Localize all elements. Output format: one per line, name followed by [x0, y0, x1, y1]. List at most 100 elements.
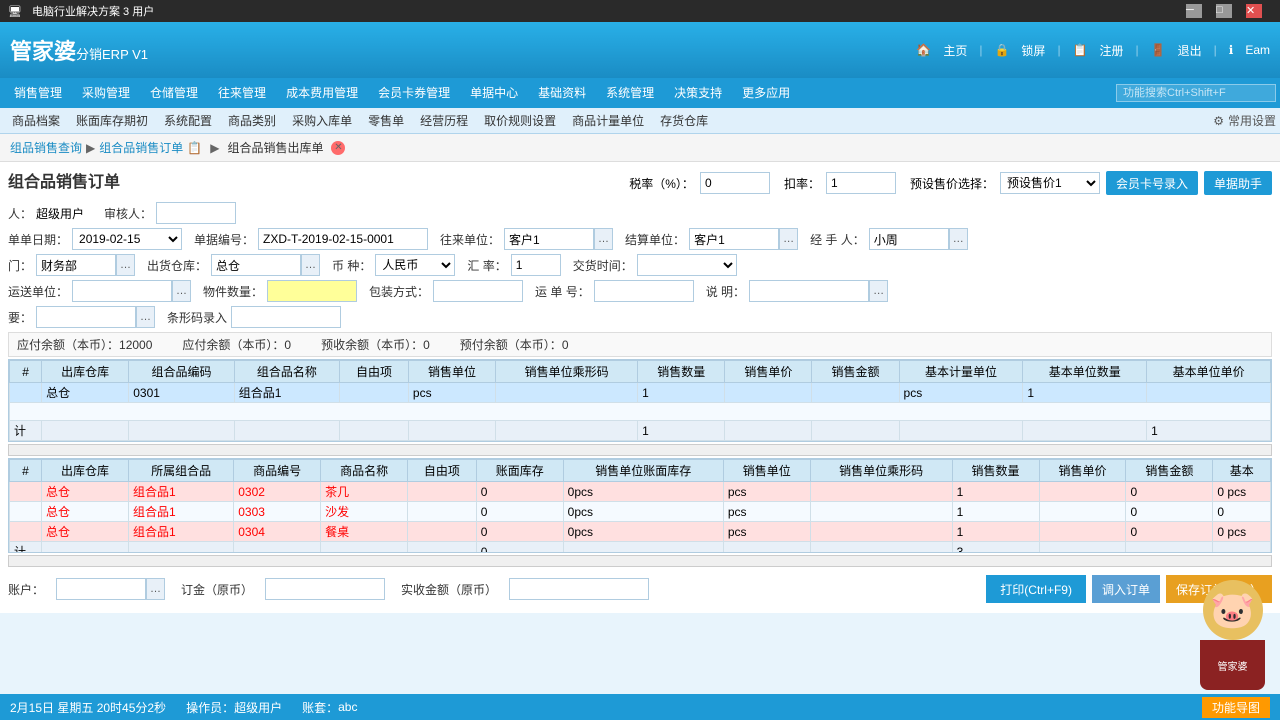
- settings-btn[interactable]: ⚙ 常用设置: [1213, 112, 1276, 129]
- subnav-goods-file[interactable]: 商品档案: [4, 108, 68, 134]
- close-tab-btn[interactable]: ✕: [331, 141, 345, 155]
- subnav-purchase-in[interactable]: 采购入库单: [284, 108, 360, 134]
- packing-input[interactable]: [433, 280, 523, 302]
- require-btn[interactable]: …: [136, 306, 155, 328]
- nav-member[interactable]: 会员卡券管理: [368, 78, 460, 108]
- import-btn[interactable]: 调入订单: [1092, 575, 1160, 603]
- form-row-date: 单单日期： 2019-02-15 单据编号： 往来单位： … 结算单位： … 经…: [8, 228, 1272, 250]
- require-input[interactable]: [36, 306, 136, 328]
- actual-amount-input[interactable]: [509, 578, 649, 600]
- settle-unit-input[interactable]: [689, 228, 779, 250]
- lrow2-warehouse: 总仓: [42, 502, 129, 522]
- header-actions: 税率（%）： 扣率： 预设售价选择： 预设售价1 会员卡号录入 单据助手: [629, 171, 1272, 195]
- nav-sales[interactable]: 销售管理: [4, 78, 72, 108]
- bottom-section: 账户： … 订金（原币） 实收金额（原币） 打印(Ctrl+F9) 调入订单 保…: [8, 571, 1272, 607]
- upper-scrollbar[interactable]: [8, 444, 1272, 456]
- footer-bu: [899, 421, 1023, 441]
- col-sale-unit: 销售单位: [408, 361, 495, 383]
- home-link[interactable]: 主页: [943, 42, 967, 59]
- subnav-config[interactable]: 系统配置: [156, 108, 220, 134]
- window-controls[interactable]: ─ □ ✕: [1186, 4, 1272, 18]
- func-map-btn[interactable]: 功能导图: [1202, 697, 1270, 718]
- nav-basic[interactable]: 基础资料: [528, 78, 596, 108]
- exit-link[interactable]: 退出: [1178, 42, 1202, 59]
- cell-sale-price: [725, 383, 812, 403]
- tax-rate-input[interactable]: [700, 172, 770, 194]
- register-link[interactable]: 注册: [1100, 42, 1124, 59]
- member-card-btn[interactable]: 会员卡号录入: [1106, 171, 1198, 195]
- nav-bill[interactable]: 单据中心: [460, 78, 528, 108]
- account-btn[interactable]: …: [146, 578, 165, 600]
- footer-cc: [129, 421, 234, 441]
- settle-unit-btn[interactable]: …: [779, 228, 798, 250]
- lock-link[interactable]: 锁屏: [1021, 42, 1045, 59]
- subnav-retail[interactable]: 零售单: [360, 108, 412, 134]
- nav-cost[interactable]: 成本费用管理: [276, 78, 368, 108]
- subnav-goods-cat[interactable]: 商品类别: [220, 108, 284, 134]
- nav-transaction[interactable]: 往来管理: [208, 78, 276, 108]
- subnav-measure[interactable]: 商品计量单位: [564, 108, 652, 134]
- account-input[interactable]: [56, 578, 146, 600]
- cell-warehouse: 总仓: [42, 383, 129, 403]
- to-unit-input[interactable]: [504, 228, 594, 250]
- pre-sale-select[interactable]: 预设售价1: [1000, 172, 1100, 194]
- lower-table-row[interactable]: 总仓 组合品1 0304 餐桌 0 0pcs pcs 1 0 0 pcs: [10, 522, 1271, 542]
- summary-bar: 应付余额（本币）： 12000 应付余额（本币）： 0 预收余额（本币）： 0 …: [8, 332, 1272, 357]
- lfooter-stock: 0: [476, 542, 563, 554]
- trans-time-select[interactable]: [637, 254, 737, 276]
- warehouse-input[interactable]: [211, 254, 301, 276]
- dept-input[interactable]: [36, 254, 116, 276]
- parts-count-input[interactable]: [267, 280, 357, 302]
- breadcrumb-current: 组合品销售出库单: [227, 139, 323, 156]
- nav-decision[interactable]: 决策支持: [664, 78, 732, 108]
- col-base-price: 基本单位单价: [1147, 361, 1271, 383]
- lower-table-row[interactable]: 总仓 组合品1 0303 沙发 0 0pcs pcs 1 0 0: [10, 502, 1271, 522]
- minimize-btn[interactable]: ─: [1186, 4, 1202, 18]
- warehouse-btn[interactable]: …: [301, 254, 320, 276]
- nav-system[interactable]: 系统管理: [596, 78, 664, 108]
- operator-value: 超级用户: [234, 699, 282, 716]
- cell-sale-qty: 1: [638, 383, 725, 403]
- app-logo: 管家婆分销ERP V1: [10, 34, 148, 66]
- print-btn[interactable]: 打印(Ctrl+F9): [986, 575, 1086, 603]
- lrow3-stock: 0: [476, 522, 563, 542]
- table-row[interactable]: 总仓 0301 组合品1 pcs 1 pcs 1: [10, 383, 1271, 403]
- maximize-btn[interactable]: □: [1216, 4, 1232, 18]
- doc-number-input[interactable]: [258, 228, 428, 250]
- ship-no-input[interactable]: [594, 280, 694, 302]
- lrow1-no: [10, 482, 42, 502]
- barcode-input[interactable]: [231, 306, 341, 328]
- nav-warehouse[interactable]: 仓储管理: [140, 78, 208, 108]
- lower-scrollbar[interactable]: [8, 555, 1272, 567]
- review-input[interactable]: [156, 202, 236, 224]
- exchange-input[interactable]: [511, 254, 561, 276]
- breadcrumb-query[interactable]: 组品销售查询: [10, 139, 82, 156]
- handler-btn[interactable]: …: [949, 228, 968, 250]
- to-unit-btn[interactable]: …: [594, 228, 613, 250]
- remark-input[interactable]: [749, 280, 869, 302]
- lower-table-row[interactable]: 总仓 组合品1 0302 茶几 0 0pcs pcs 1 0 0 pcs: [10, 482, 1271, 502]
- subnav-warehouse[interactable]: 存货仓库: [652, 108, 716, 134]
- remark-btn[interactable]: …: [869, 280, 888, 302]
- receivable-value: 0: [284, 338, 291, 352]
- breadcrumb-order[interactable]: 组合品销售订单: [99, 139, 183, 156]
- date-select[interactable]: 2019-02-15: [72, 228, 182, 250]
- discount-input[interactable]: [826, 172, 896, 194]
- function-search[interactable]: [1116, 84, 1276, 102]
- status-bar: 2月15日 星期五 20时45分2秒 操作员： 超级用户 账套： abc 功能导…: [0, 694, 1280, 720]
- shipping-unit-btn[interactable]: …: [172, 280, 191, 302]
- shipping-unit-input[interactable]: [72, 280, 172, 302]
- help-btn[interactable]: 单据助手: [1204, 171, 1272, 195]
- nav-purchase[interactable]: 采购管理: [72, 78, 140, 108]
- close-btn[interactable]: ✕: [1246, 4, 1262, 18]
- subnav-init-stock[interactable]: 账面库存期初: [68, 108, 156, 134]
- nav-more[interactable]: 更多应用: [732, 78, 800, 108]
- dept-field: …: [36, 254, 135, 276]
- dept-btn[interactable]: …: [116, 254, 135, 276]
- person-value: 超级用户: [36, 205, 84, 222]
- currency-select[interactable]: 人民币: [375, 254, 455, 276]
- handler-input[interactable]: [869, 228, 949, 250]
- order-amount-input[interactable]: [265, 578, 385, 600]
- subnav-price-rule[interactable]: 取价规则设置: [476, 108, 564, 134]
- subnav-history[interactable]: 经营历程: [412, 108, 476, 134]
